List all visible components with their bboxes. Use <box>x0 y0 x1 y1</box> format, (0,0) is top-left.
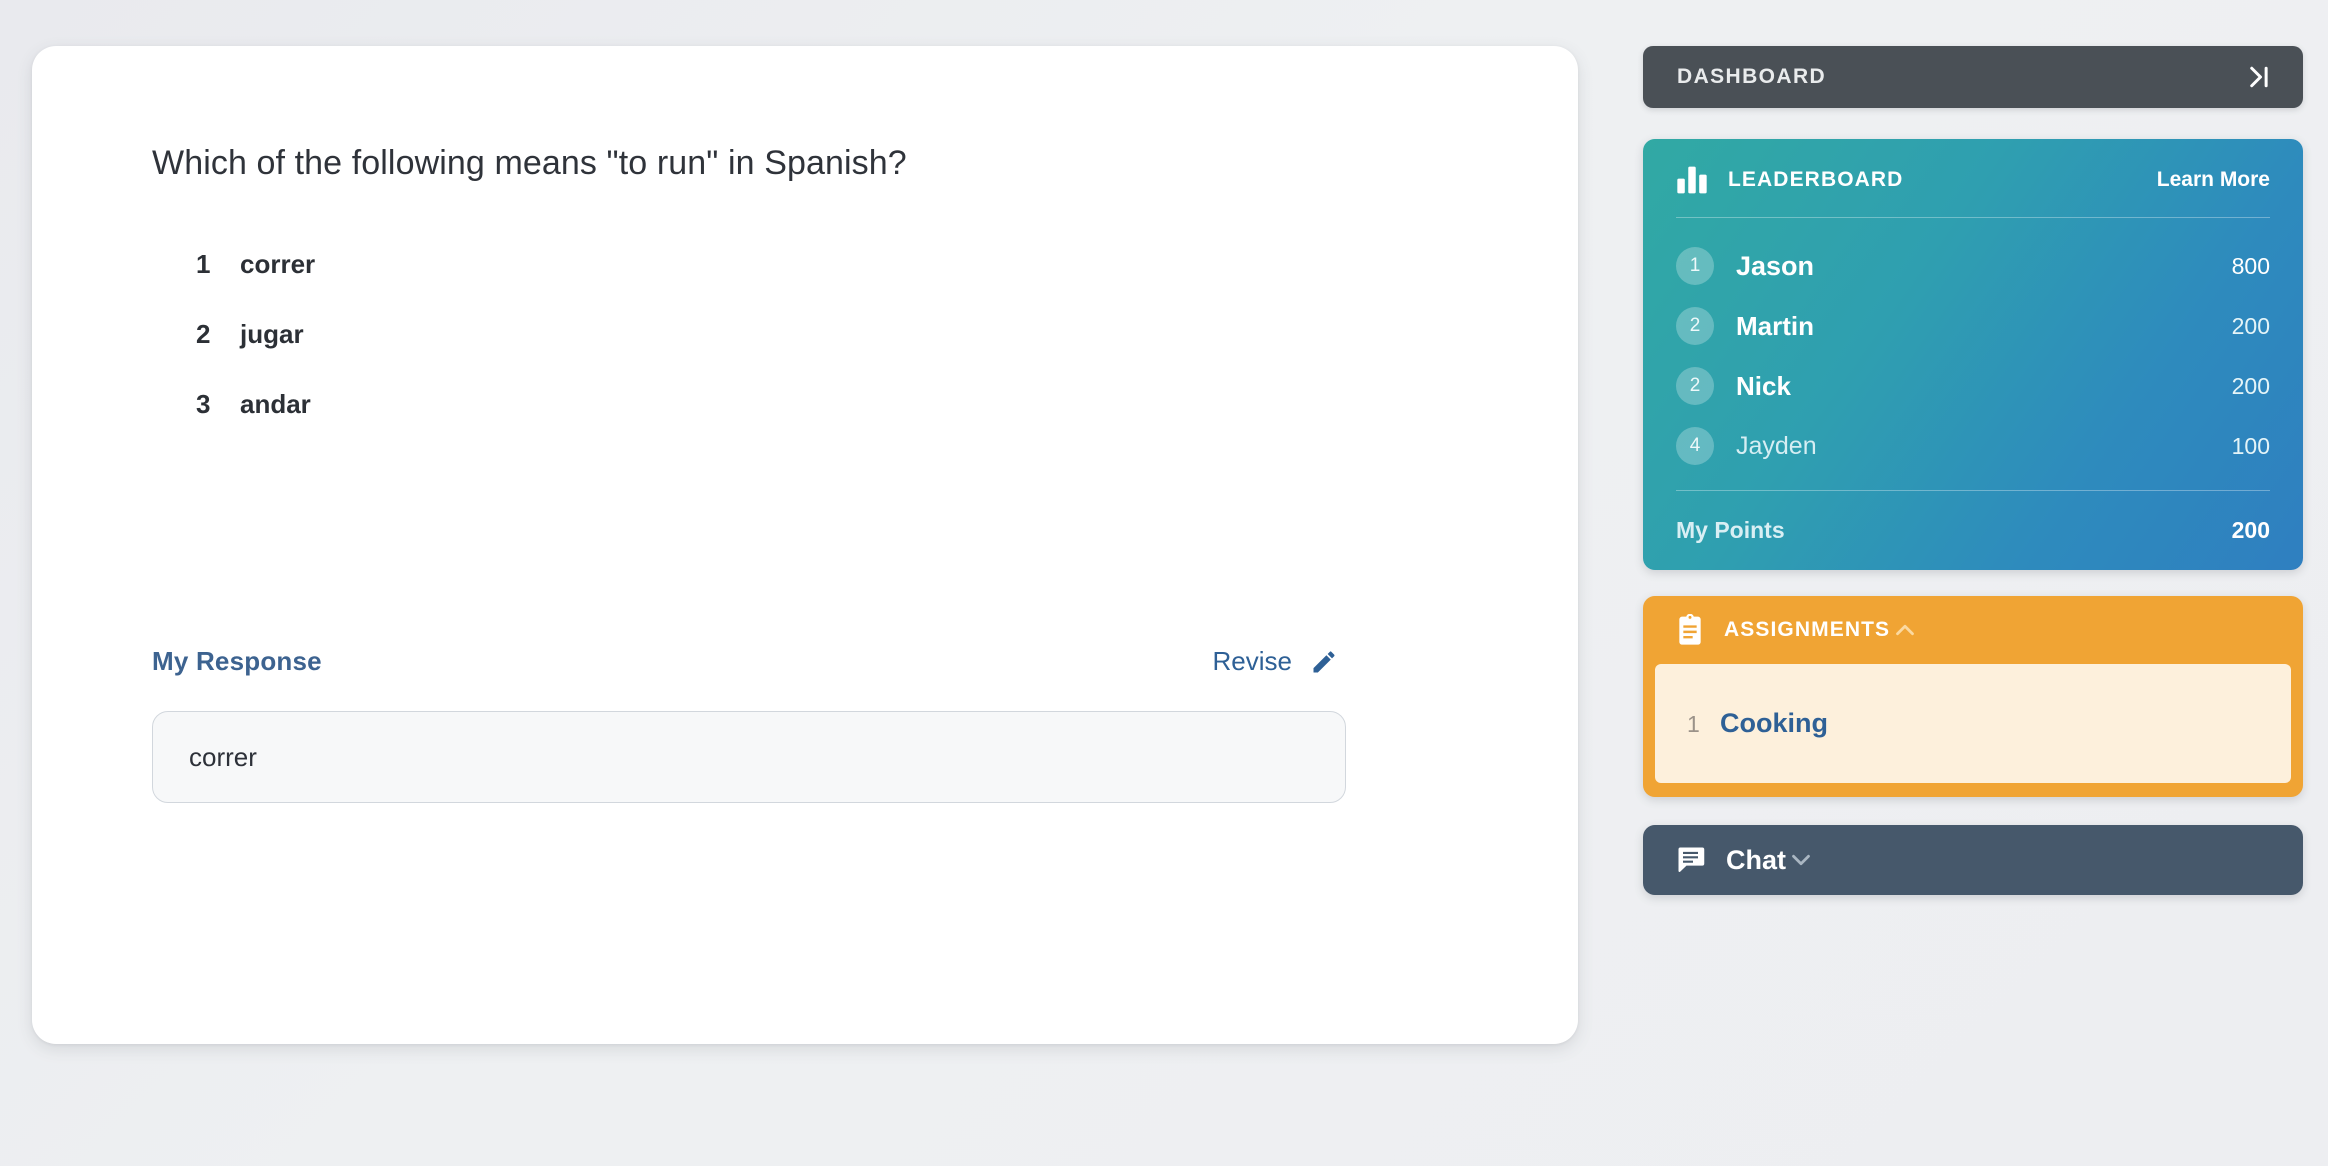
option-number: 1 <box>196 248 211 279</box>
learn-more-link[interactable]: Learn More <box>2157 168 2270 192</box>
leaderboard-title: LEADERBOARD <box>1728 168 1904 191</box>
question-card: Which of the following means "to run" in… <box>32 46 1578 1044</box>
assignment-number: 1 <box>1687 711 1700 737</box>
player-name: Jayden <box>1736 431 1817 460</box>
pencil-icon <box>1310 648 1338 676</box>
rank-badge: 1 <box>1676 247 1714 285</box>
my-response-header: My Response Revise <box>152 646 1468 677</box>
right-sidebar: DASHBOARD LEADERBOARD Learn More 1 Jason… <box>1643 46 2303 895</box>
clipboard-icon <box>1676 614 1724 646</box>
chevron-down-icon[interactable] <box>1786 845 1816 875</box>
rank-badge: 2 <box>1676 307 1714 345</box>
option-label: andar <box>240 388 311 419</box>
option-number: 3 <box>196 388 211 419</box>
player-score: 100 <box>2231 432 2270 459</box>
answer-options-list: 1 correr 2 jugar 3 andar <box>152 249 1468 420</box>
assignments-list: 1 Cooking <box>1655 664 2291 783</box>
my-points-label: My Points <box>1676 517 1785 543</box>
leaderboard-rows: 1 Jason 800 2 Martin 200 2 Nick 200 4 Ja… <box>1676 218 2270 476</box>
chat-panel-header[interactable]: Chat <box>1643 825 2303 895</box>
bar-chart-icon <box>1676 165 1728 195</box>
leaderboard-row: 1 Jason 800 <box>1676 236 2270 296</box>
response-input[interactable]: correr <box>152 711 1346 803</box>
my-points-row: My Points 200 <box>1676 490 2270 544</box>
my-response-section: My Response Revise correr <box>152 646 1468 803</box>
my-response-label: My Response <box>152 646 322 676</box>
player-score: 800 <box>2231 252 2270 279</box>
option-label: jugar <box>240 318 304 349</box>
main-content-column: Which of the following means "to run" in… <box>32 46 1578 1044</box>
leaderboard-row: 4 Jayden 100 <box>1676 416 2270 476</box>
leaderboard-row: 2 Martin 200 <box>1676 296 2270 356</box>
dashboard-header[interactable]: DASHBOARD <box>1643 46 2303 108</box>
assignment-item[interactable]: 1 Cooking <box>1655 694 2291 753</box>
player-name: Jason <box>1736 250 1815 281</box>
assignments-panel: ASSIGNMENTS 1 Cooking <box>1643 596 2303 797</box>
player-score: 200 <box>2231 312 2270 339</box>
leaderboard-panel: LEADERBOARD Learn More 1 Jason 800 2 Mar… <box>1643 139 2303 570</box>
leaderboard-row: 2 Nick 200 <box>1676 356 2270 416</box>
player-score: 200 <box>2231 372 2270 399</box>
player-name: Nick <box>1736 370 1791 401</box>
leaderboard-header: LEADERBOARD Learn More <box>1676 165 2270 218</box>
option-label: correr <box>240 248 316 279</box>
assignment-label[interactable]: Cooking <box>1720 708 1828 739</box>
rank-badge: 2 <box>1676 367 1714 405</box>
chevron-up-icon[interactable] <box>1890 615 1920 645</box>
assignments-title: ASSIGNMENTS <box>1724 618 1891 641</box>
revise-button[interactable]: Revise <box>1213 646 1468 677</box>
answer-option[interactable]: 1 correr <box>196 249 1468 280</box>
answer-option[interactable]: 3 andar <box>196 389 1468 420</box>
collapse-right-icon[interactable] <box>2243 62 2273 92</box>
option-number: 2 <box>196 318 211 349</box>
assignments-header[interactable]: ASSIGNMENTS <box>1643 596 2303 664</box>
player-name: Martin <box>1736 310 1814 341</box>
my-points-value: 200 <box>2231 517 2270 543</box>
dashboard-title: DASHBOARD <box>1677 65 1827 88</box>
response-value: correr <box>189 741 257 772</box>
chat-title: Chat <box>1726 844 1786 875</box>
revise-label: Revise <box>1212 646 1292 676</box>
answer-option[interactable]: 2 jugar <box>196 319 1468 350</box>
app-root: Which of the following means "to run" in… <box>0 0 2328 1166</box>
rank-badge: 4 <box>1676 427 1714 465</box>
question-text: Which of the following means "to run" in… <box>152 144 907 182</box>
chat-bubble-icon <box>1676 846 1726 874</box>
